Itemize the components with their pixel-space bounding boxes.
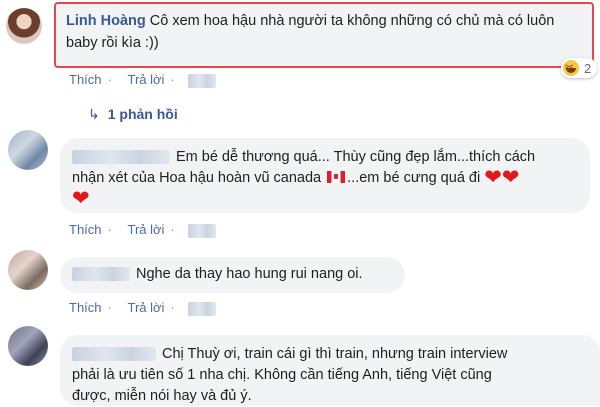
blurred-author-name[interactable] [72,347,156,362]
reaction-count: 2 [584,60,592,76]
blurred-author-name[interactable] [72,150,170,165]
view-replies-link[interactable]: ↳ 1 phản hồi [88,106,178,123]
reply-link[interactable]: Trả lời [127,300,164,315]
comment-text: Em bé dễ thương quá... Thùy cũng đẹp lắm… [72,149,536,210]
avatar[interactable] [8,250,48,290]
comment-text: Nghe da thay hao hung rui nang oi. [72,264,363,285]
blurred-timestamp [188,73,217,88]
heart-icon: ❤ [72,187,90,210]
comment-actions: Thích · Trả lời · [69,72,222,88]
comment-text: Linh Hoàng Cô xem hoa hậu nhà người ta k… [66,10,586,54]
replies-count: 1 phản hồi [107,106,178,122]
blurred-timestamp [188,301,217,316]
like-link[interactable]: Thích [69,222,102,237]
blurred-timestamp [188,223,217,238]
blurred-author-name[interactable] [72,267,130,282]
reply-link[interactable]: Trả lời [127,222,164,237]
canada-flag-icon [327,171,346,183]
heart-icon: ❤ [484,166,502,189]
avatar[interactable] [6,8,42,44]
comment-author[interactable]: Linh Hoàng [66,13,146,29]
like-link[interactable]: Thích [69,300,102,315]
like-link[interactable]: Thích [69,72,102,87]
reply-arrow-icon: ↳ [88,106,100,122]
reply-link[interactable]: Trả lời [127,72,164,87]
heart-icon: ❤ [501,166,520,189]
comment-actions: Thích · Trả lời · [69,222,222,238]
comment-actions: Thích · Trả lời · [69,300,222,316]
comment-text: Chị Thuỳ ơi, train cái gì thì train, như… [72,346,508,404]
reaction-summary[interactable]: >< 2 [561,58,598,78]
avatar[interactable] [8,326,48,366]
laughing-face-icon: >< [563,60,579,76]
avatar[interactable] [8,130,48,170]
